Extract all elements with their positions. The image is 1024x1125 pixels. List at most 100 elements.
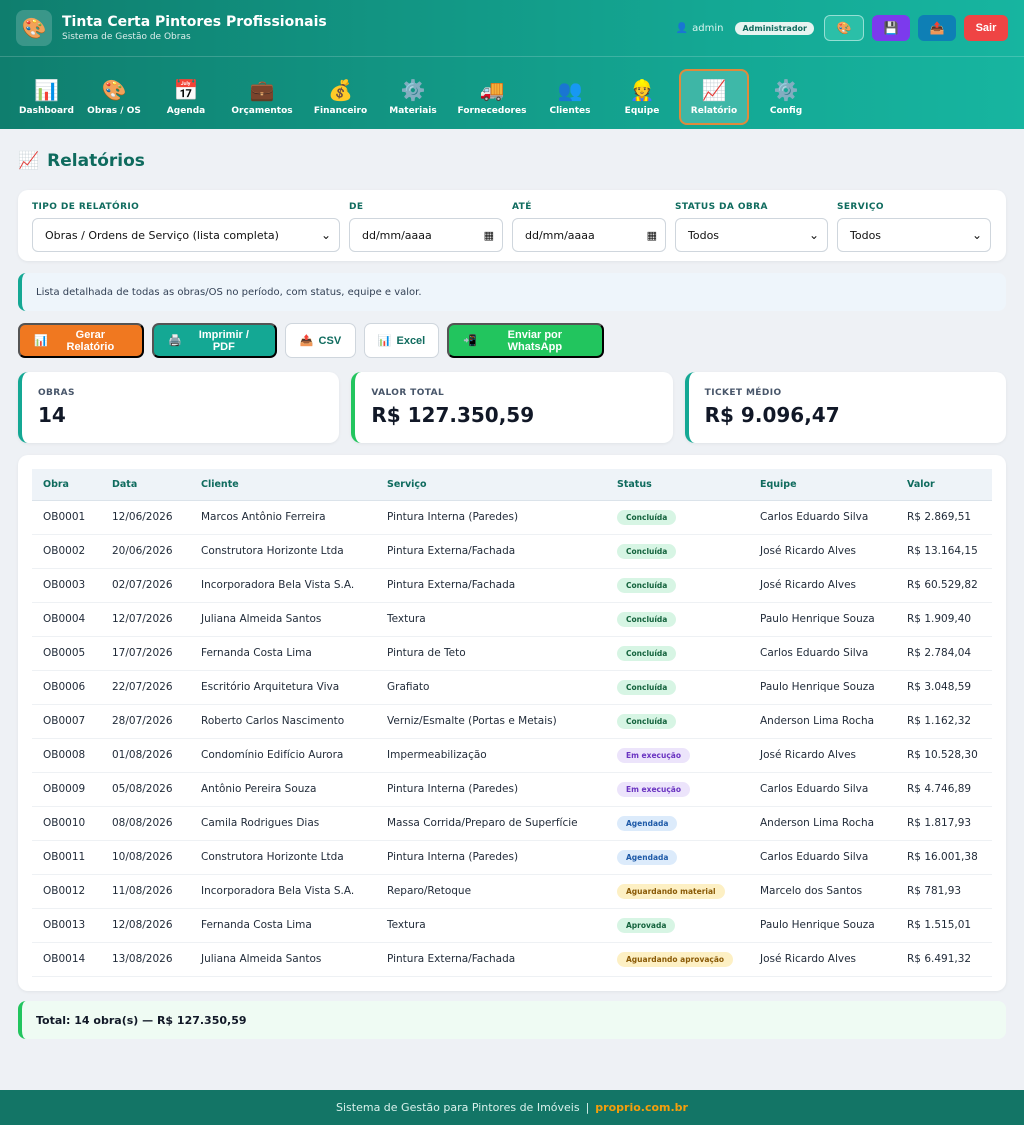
calendar-icon[interactable]: ▦ bbox=[647, 229, 657, 242]
cell-valor: R$ 1.515,01 bbox=[896, 908, 992, 943]
date-to-input[interactable]: dd/mm/aaaa ▦ bbox=[512, 218, 666, 252]
table-row[interactable]: OB0009 05/08/2026 Antônio Pereira Souza Pin… bbox=[32, 772, 992, 807]
app-title: Tinta Certa Pintores Profissionais bbox=[62, 14, 327, 30]
nav-fornecedores[interactable]: 🚚 Fornecedores bbox=[449, 69, 535, 125]
stat-value: R$ 127.350,59 bbox=[371, 403, 535, 427]
nav-clientes[interactable]: 👥 Clientes bbox=[535, 69, 605, 125]
cell-valor: R$ 13.164,15 bbox=[896, 534, 992, 569]
column-header[interactable]: Equipe bbox=[749, 469, 896, 501]
button-label: Excel bbox=[396, 334, 426, 347]
nav-config[interactable]: ⚙️ Config bbox=[749, 69, 823, 125]
cell-cliente: Construtora Horizonte Ltda bbox=[190, 840, 376, 875]
cell-data: 12/08/2026 bbox=[101, 908, 190, 943]
csv-button[interactable]: 📤 CSV bbox=[285, 323, 356, 358]
nav-dashboard[interactable]: 📊 Dashboard bbox=[17, 69, 76, 125]
button-label: Imprimir / PDF bbox=[198, 328, 249, 353]
cell-valor: R$ 60.529,82 bbox=[896, 568, 992, 603]
cell-equipe: Anderson Lima Rocha bbox=[749, 704, 896, 739]
table-row[interactable]: OB0012 11/08/2026 Incorporadora Bela Vista… bbox=[32, 874, 992, 909]
column-header[interactable]: Data bbox=[101, 469, 190, 501]
nav-orcamentos[interactable]: 💼 Orçamentos bbox=[220, 69, 304, 125]
nav-equipe[interactable]: 👷 Equipe bbox=[605, 69, 679, 125]
column-header[interactable]: Status bbox=[606, 469, 749, 501]
stat-value: R$ 9.096,47 bbox=[704, 403, 840, 427]
date-from-input[interactable]: dd/mm/aaaa ▦ bbox=[349, 218, 503, 252]
nav-agenda[interactable]: 📅 Agenda bbox=[152, 69, 220, 125]
status-badge: Concluída bbox=[617, 645, 677, 661]
generate-report-button[interactable]: 📊 Gerar Relatório bbox=[18, 323, 144, 358]
select-value: Todos bbox=[688, 228, 720, 242]
whatsapp-button[interactable]: 📲 Enviar por WhatsApp bbox=[447, 323, 604, 358]
table-row[interactable]: OB0008 01/08/2026 Condomínio Edifício Auro… bbox=[32, 738, 992, 773]
floppy-disk-icon: 💾 bbox=[883, 21, 899, 35]
table-row[interactable]: OB0006 22/07/2026 Escritório Arquitetura V… bbox=[32, 670, 992, 705]
cell-equipe: Carlos Eduardo Silva bbox=[749, 500, 896, 535]
nav-relatorio[interactable]: 📈 Relatório bbox=[679, 69, 749, 125]
table-row[interactable]: OB0001 12/06/2026 Marcos Antônio Ferreira P… bbox=[32, 500, 992, 535]
table-row[interactable]: OB0010 08/08/2026 Camila Rodrigues Dias Mas… bbox=[32, 806, 992, 841]
cell-status: Concluída bbox=[606, 568, 749, 603]
cell-equipe: Carlos Eduardo Silva bbox=[749, 636, 896, 671]
table-row[interactable]: OB0007 28/07/2026 Roberto Carlos Nasciment… bbox=[32, 704, 992, 739]
table-row[interactable]: OB0014 13/08/2026 Juliana Almeida Santos Pi… bbox=[32, 942, 992, 977]
table-row[interactable]: OB0013 12/08/2026 Fernanda Costa Lima Textu… bbox=[32, 908, 992, 943]
nav-obras[interactable]: 🎨 Obras / OS bbox=[76, 69, 152, 125]
report-table-card: Obra Data Cliente Serviço Status Equipe … bbox=[18, 455, 1006, 991]
cell-obra: OB0009 bbox=[32, 772, 101, 807]
status-badge: Concluída bbox=[617, 611, 677, 627]
status-badge: Em execução bbox=[617, 747, 691, 763]
print-pdf-button[interactable]: 🖨️ Imprimir / PDF bbox=[152, 323, 277, 358]
cell-status: Concluída bbox=[606, 704, 749, 739]
save-button[interactable]: 💾 bbox=[872, 15, 910, 41]
briefcase-icon: 💼 bbox=[249, 77, 275, 102]
cell-valor: R$ 1.817,93 bbox=[896, 806, 992, 841]
top-right-controls: 👤 admin Administrador 🎨 💾 📤 Sair bbox=[676, 15, 1008, 41]
phone-icon: 📲 bbox=[463, 335, 477, 347]
service-select[interactable]: Todos ⌄ bbox=[837, 218, 991, 252]
upload-button[interactable]: 📤 bbox=[918, 15, 956, 41]
user-name: admin bbox=[692, 22, 724, 34]
cell-data: 01/08/2026 bbox=[101, 738, 190, 773]
cell-cliente: Fernanda Costa Lima bbox=[190, 908, 376, 943]
table-row[interactable]: OB0011 10/08/2026 Construtora Horizonte Lt… bbox=[32, 840, 992, 875]
stats-row: OBRAS 14 VALOR TOTAL R$ 127.350,59 TICKE… bbox=[18, 372, 1006, 443]
stat-value: 14 bbox=[38, 403, 66, 427]
stat-label: OBRAS bbox=[38, 388, 75, 398]
nav-label: Fornecedores bbox=[457, 105, 527, 116]
nav-financeiro[interactable]: 💰 Financeiro bbox=[304, 69, 377, 125]
calendar-icon[interactable]: ▦ bbox=[484, 229, 494, 242]
filter-tipo: TIPO DE RELATÓRIO Obras / Ordens de Serv… bbox=[32, 202, 340, 261]
brand: Tinta Certa Pintores Profissionais Siste… bbox=[62, 14, 327, 42]
cell-cliente: Juliana Almeida Santos bbox=[190, 602, 376, 637]
column-header[interactable]: Valor bbox=[896, 469, 992, 501]
theme-button[interactable]: 🎨 bbox=[824, 15, 864, 41]
nav-materiais[interactable]: ⚙️ Materiais bbox=[377, 69, 449, 125]
table-row[interactable]: OB0004 12/07/2026 Juliana Almeida Santos Te… bbox=[32, 602, 992, 637]
app-header: 🎨 Tinta Certa Pintores Profissionais Sis… bbox=[0, 0, 1024, 129]
info-banner: Lista detalhada de todas as obras/OS no … bbox=[18, 273, 1006, 311]
status-select[interactable]: Todos ⌄ bbox=[675, 218, 828, 252]
status-badge: Agendada bbox=[617, 815, 678, 831]
users-icon: 👥 bbox=[557, 77, 583, 102]
column-header[interactable]: Serviço bbox=[376, 469, 606, 501]
cell-data: 10/08/2026 bbox=[101, 840, 190, 875]
cell-obra: OB0003 bbox=[32, 568, 101, 603]
footer-site-link[interactable]: proprio.com.br bbox=[595, 1101, 688, 1114]
column-header[interactable]: Obra bbox=[32, 469, 101, 501]
table-row[interactable]: OB0003 02/07/2026 Incorporadora Bela Vista… bbox=[32, 568, 992, 603]
table-row[interactable]: OB0005 17/07/2026 Fernanda Costa Lima Pintu… bbox=[32, 636, 992, 671]
report-table: Obra Data Cliente Serviço Status Equipe … bbox=[32, 469, 992, 977]
table-row[interactable]: OB0002 20/06/2026 Construtora Horizonte Lt… bbox=[32, 534, 992, 569]
cell-servico: Pintura Interna (Paredes) bbox=[376, 772, 606, 807]
cell-servico: Grafiato bbox=[376, 670, 606, 705]
cell-servico: Pintura Interna (Paredes) bbox=[376, 500, 606, 535]
report-type-select[interactable]: Obras / Ordens de Serviço (lista complet… bbox=[32, 218, 340, 252]
excel-button[interactable]: 📊 Excel bbox=[364, 323, 439, 358]
column-header[interactable]: Cliente bbox=[190, 469, 376, 501]
cell-status: Aprovada bbox=[606, 908, 749, 943]
stat-label: VALOR TOTAL bbox=[371, 388, 445, 398]
status-badge: Aguardando material bbox=[617, 883, 725, 899]
logout-button[interactable]: Sair bbox=[964, 15, 1008, 41]
palette-icon: 🎨 bbox=[836, 21, 852, 35]
cell-obra: OB0004 bbox=[32, 602, 101, 637]
